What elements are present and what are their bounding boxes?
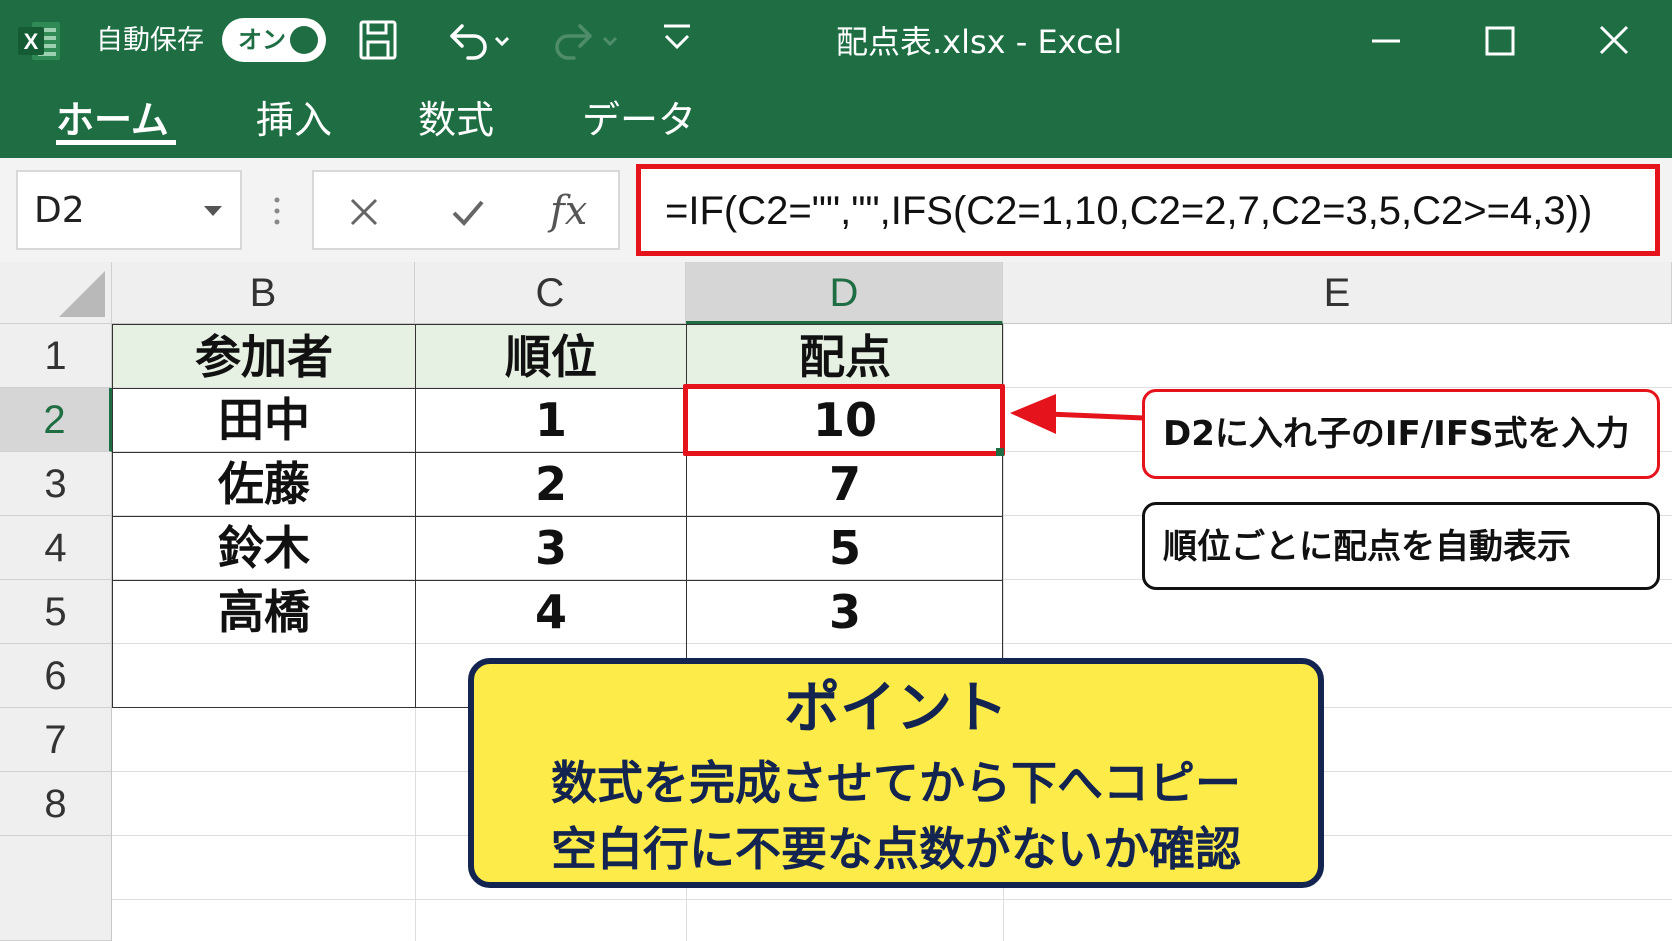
- table-rule: [686, 324, 687, 708]
- point-title: ポイント: [784, 676, 1008, 741]
- cell-b2[interactable]: 田中: [113, 388, 415, 452]
- active-tab-underline: [56, 140, 176, 145]
- formula-buttons: fx: [312, 170, 620, 250]
- name-box-value: D2: [34, 190, 85, 231]
- excel-app-icon[interactable]: X: [18, 20, 62, 62]
- column-header-e[interactable]: E: [1003, 262, 1672, 324]
- fill-handle[interactable]: [996, 448, 1004, 456]
- autosave-state: オン: [238, 26, 286, 54]
- cell-d1[interactable]: 配点: [687, 325, 1003, 387]
- row-header-9[interactable]: [0, 836, 112, 941]
- point-line-1: 数式を完成させてから下へコピー: [551, 756, 1241, 810]
- cell-c1[interactable]: 順位: [416, 325, 686, 387]
- name-box[interactable]: D2: [16, 170, 242, 250]
- row-header-1[interactable]: 1: [0, 324, 112, 388]
- save-icon[interactable]: [356, 14, 402, 66]
- d2-highlight-box: [683, 384, 1005, 456]
- row-header-7[interactable]: 7: [0, 708, 112, 772]
- cell-c2[interactable]: 1: [416, 388, 686, 452]
- close-icon[interactable]: [1584, 14, 1644, 68]
- tab-formulas[interactable]: 数式: [418, 94, 494, 146]
- cell-b5[interactable]: 高橋: [113, 580, 415, 644]
- app-icon-letter: X: [24, 29, 39, 54]
- autosave-toggle[interactable]: オン: [222, 18, 326, 62]
- undo-icon[interactable]: [440, 14, 514, 66]
- column-header-c[interactable]: C: [415, 262, 686, 324]
- drag-handle-icon[interactable]: [272, 188, 282, 234]
- gridline: [112, 899, 1672, 900]
- cell-c5[interactable]: 4: [416, 580, 686, 644]
- formula-bar: D2 fx =IF(C2="","",IFS(C2=1,10,C2=2,7,C2…: [0, 158, 1672, 262]
- table-rule: [112, 580, 1003, 581]
- row-header-2[interactable]: 2: [0, 388, 112, 452]
- cell-b3[interactable]: 佐藤: [113, 452, 415, 516]
- document-title: 配点表.xlsx - Excel: [836, 23, 1123, 61]
- row-header-5[interactable]: 5: [0, 580, 112, 644]
- table-rule: [415, 324, 416, 708]
- table-rule: [112, 516, 1003, 517]
- customize-qat-icon[interactable]: [658, 14, 696, 66]
- cell-d5[interactable]: 3: [687, 580, 1003, 644]
- formula-input[interactable]: =IF(C2="","",IFS(C2=1,10,C2=2,7,C2=3,5,C…: [636, 164, 1660, 256]
- enter-check-icon[interactable]: [448, 192, 488, 232]
- cell-d4[interactable]: 5: [687, 516, 1003, 580]
- worksheet-grid[interactable]: B C D E 1 2 3 4 5 6 7 8 参加者 順位 配点 田中 1 1…: [0, 262, 1672, 941]
- tab-home[interactable]: ホーム: [56, 94, 169, 146]
- column-header-b[interactable]: B: [112, 262, 415, 324]
- tab-data[interactable]: データ: [582, 94, 696, 146]
- column-header-d[interactable]: D: [686, 262, 1003, 324]
- row-header-4[interactable]: 4: [0, 516, 112, 580]
- ribbon-tab-bar: ホーム 挿入 数式 データ: [0, 82, 1672, 158]
- callout-auto-display-note: 順位ごとに配点を自動表示: [1142, 502, 1660, 590]
- select-all-button[interactable]: [0, 262, 112, 324]
- cancel-icon[interactable]: [344, 192, 384, 232]
- autosave-label: 自動保存: [96, 25, 204, 56]
- row-header-6[interactable]: 6: [0, 644, 112, 708]
- row-header-8[interactable]: 8: [0, 772, 112, 836]
- chevron-down-icon[interactable]: [204, 206, 222, 216]
- cell-b1[interactable]: 参加者: [113, 325, 415, 387]
- redo-icon[interactable]: [548, 14, 622, 66]
- callout-arrow-icon: [1010, 394, 1145, 434]
- row-header-3[interactable]: 3: [0, 452, 112, 516]
- select-all-icon: [59, 271, 105, 317]
- cell-c4[interactable]: 3: [416, 516, 686, 580]
- cell-c3[interactable]: 2: [416, 452, 686, 516]
- minimize-icon[interactable]: [1356, 14, 1416, 68]
- toggle-knob: [290, 26, 318, 54]
- tab-insert[interactable]: 挿入: [256, 94, 332, 146]
- cell-d3[interactable]: 7: [687, 452, 1003, 516]
- formula-text: =IF(C2="","",IFS(C2=1,10,C2=2,7,C2=3,5,C…: [665, 189, 1593, 233]
- cell-b4[interactable]: 鈴木: [113, 516, 415, 580]
- callout-formula-note: D2に入れ子のIF/IFS式を入力: [1142, 389, 1660, 479]
- point-box: ポイント 数式を完成させてから下へコピー 空白行に不要な点数がないか確認: [468, 658, 1324, 888]
- point-line-2: 空白行に不要な点数がないか確認: [551, 822, 1241, 876]
- insert-function-button[interactable]: fx: [550, 186, 587, 236]
- maximize-icon[interactable]: [1470, 14, 1530, 68]
- title-bar: X 自動保存 オン 配点表.xlsx - Excel: [0, 0, 1672, 82]
